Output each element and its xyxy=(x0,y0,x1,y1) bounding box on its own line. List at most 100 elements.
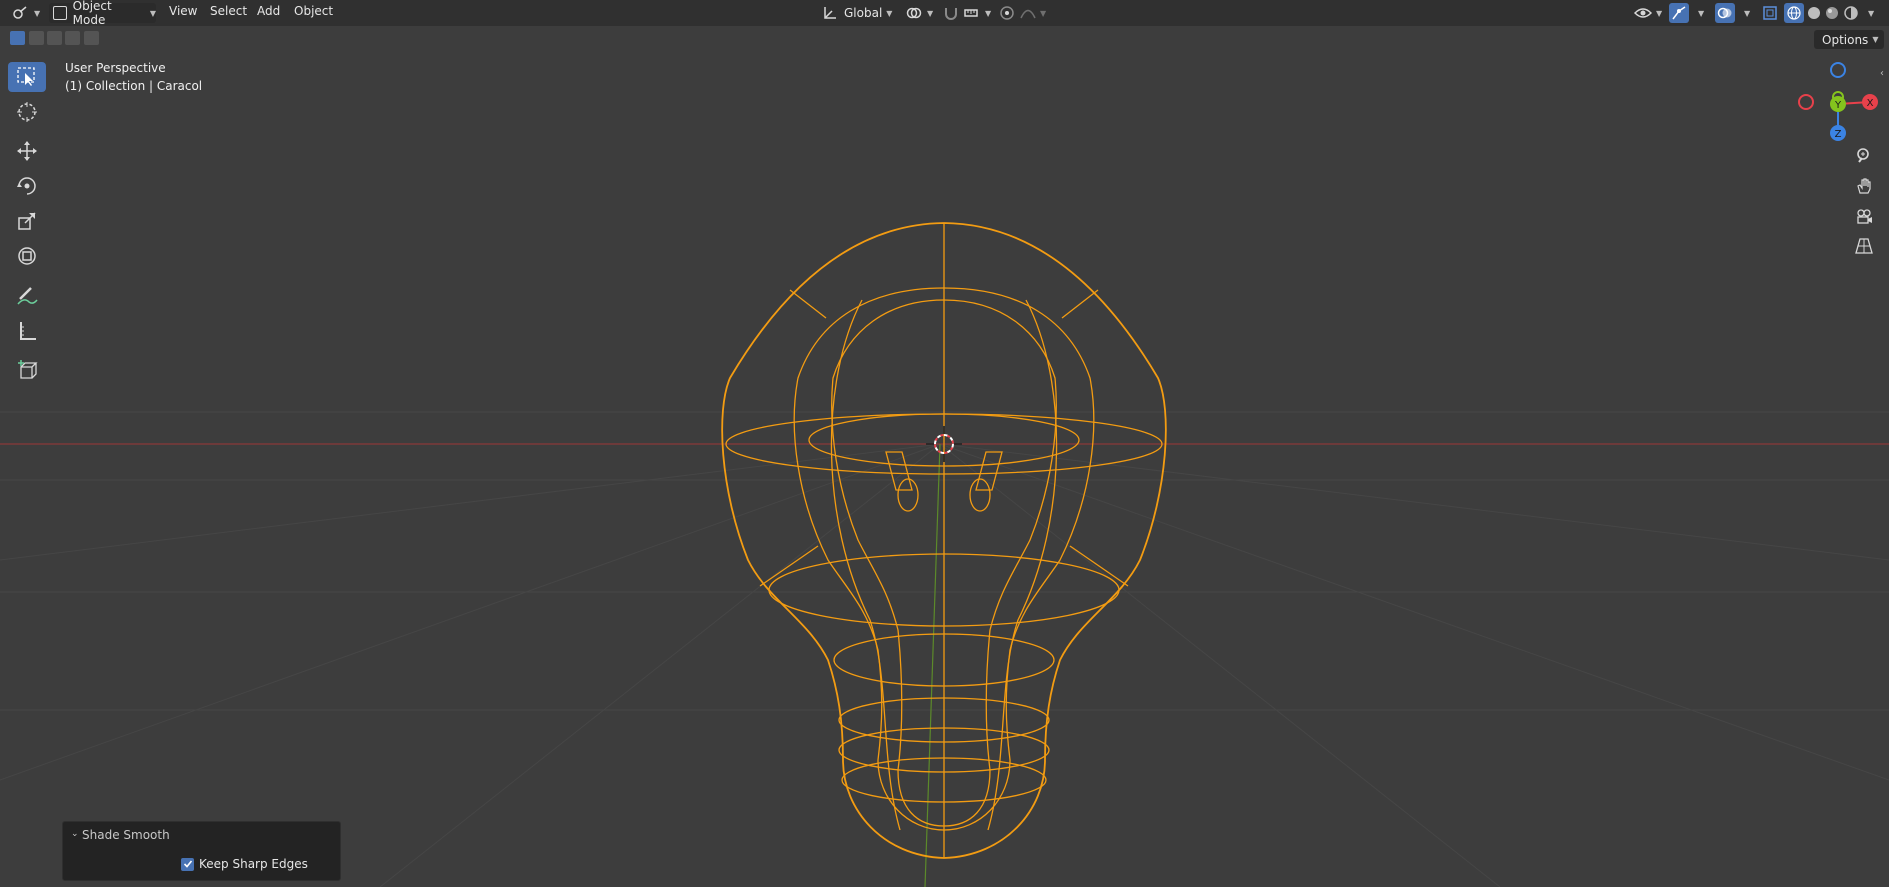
object-mode-icon xyxy=(53,6,67,20)
chevron-down-icon: ▼ xyxy=(34,8,41,18)
xray-icon xyxy=(1763,6,1777,20)
redo-panel-title: Shade Smooth xyxy=(82,828,170,842)
overlays-toggle[interactable] xyxy=(1715,3,1735,23)
filament-loop xyxy=(897,478,919,512)
chevron-down-icon[interactable]: ▼ xyxy=(1744,9,1750,18)
falloff-dropdown[interactable]: ▼ xyxy=(1020,3,1046,23)
overlays-icon xyxy=(1717,7,1732,19)
chevron-down-icon[interactable]: ▼ xyxy=(1698,9,1704,18)
chevron-down-icon: ▼ xyxy=(149,8,156,18)
navigation-gizmo: X Y Z xyxy=(1798,62,1878,141)
redo-panel-shade-smooth: ⌄ Shade Smooth Keep Sharp Edges xyxy=(62,821,341,881)
chevron-down-icon: ▼ xyxy=(927,8,934,18)
gizmo-toggle[interactable] xyxy=(1669,3,1689,23)
y-axis-line xyxy=(924,443,941,887)
snap-toggle[interactable] xyxy=(943,3,959,23)
cage-edge xyxy=(1069,545,1129,587)
keep-sharp-edges-checkbox[interactable] xyxy=(181,857,194,871)
cursor-icon xyxy=(17,102,37,122)
gizmo-neg-z xyxy=(1830,62,1846,78)
tool-rotate[interactable] xyxy=(8,171,46,201)
gizmo-neg-x xyxy=(1798,94,1814,110)
gizmo-z-label: Z xyxy=(1835,129,1842,140)
tool-cursor[interactable] xyxy=(8,97,46,127)
3d-viewport[interactable]: X Y Z xyxy=(0,26,1889,887)
keep-sharp-edges-option[interactable]: Keep Sharp Edges xyxy=(181,856,308,872)
tool-move[interactable] xyxy=(8,136,46,166)
xray-toggle[interactable] xyxy=(1760,3,1780,23)
scale-icon xyxy=(18,212,36,230)
gizmo-x-label: X xyxy=(1867,98,1874,109)
falloff-curve-icon xyxy=(1020,9,1036,19)
menu-view[interactable]: View xyxy=(169,4,197,22)
cage-edge xyxy=(1061,289,1099,319)
editor-type-icon xyxy=(13,6,27,19)
mode-label: Object Mode xyxy=(72,0,112,27)
material-sphere-icon xyxy=(1826,7,1838,19)
proportional-edit-toggle[interactable] xyxy=(999,3,1015,23)
shading-rendered-button[interactable] xyxy=(1841,3,1861,23)
tool-scale[interactable] xyxy=(8,206,46,236)
chevron-down-icon: ▼ xyxy=(1040,8,1047,18)
proportional-edit-icon xyxy=(1000,6,1014,20)
pencil-icon xyxy=(17,287,38,305)
bulb-wireframe xyxy=(721,222,1167,859)
grid-perspective-icon xyxy=(1855,238,1873,254)
gizmo-icon xyxy=(1672,6,1686,20)
chevron-down-icon: ⌄ xyxy=(71,829,79,839)
snap-increment-icon xyxy=(964,9,978,17)
redo-panel-header[interactable]: ⌄ Shade Smooth xyxy=(71,828,170,842)
add-cube-icon xyxy=(18,360,38,379)
orientation-label: Global xyxy=(844,6,883,20)
tool-select-box[interactable] xyxy=(8,62,46,92)
solid-sphere-icon xyxy=(1808,7,1820,19)
camera-view-button[interactable] xyxy=(1851,203,1877,229)
sidebar-toggle-arrow-icon[interactable]: ‹ xyxy=(1880,68,1884,79)
perspective-toggle-button[interactable] xyxy=(1851,233,1877,259)
zoom-button[interactable] xyxy=(1851,143,1877,169)
grid-line xyxy=(0,443,941,781)
menu-add[interactable]: Add xyxy=(257,4,280,22)
rotate-icon xyxy=(17,177,36,195)
gizmo-y-label: Y xyxy=(1834,100,1842,111)
viewport-header: ▼ Object Mode ▼ View Select Add Object G… xyxy=(0,0,1889,27)
pan-button[interactable] xyxy=(1851,173,1877,199)
cage-edge xyxy=(789,289,827,319)
menu-select[interactable]: Select xyxy=(210,4,247,22)
collection-info: (1) Collection | Caracol xyxy=(65,79,203,93)
chevron-down-icon[interactable]: ▼ xyxy=(1868,9,1874,18)
camera-icon xyxy=(1857,209,1872,224)
ruler-icon xyxy=(20,322,36,340)
wireframe-sphere-icon xyxy=(1787,6,1801,20)
shading-solid-button[interactable] xyxy=(1804,3,1824,23)
tool-add-cube[interactable] xyxy=(8,355,46,385)
grid-line xyxy=(0,443,941,561)
cage-edge xyxy=(759,545,819,587)
snap-target-dropdown[interactable]: ▼ xyxy=(963,3,991,23)
shading-wireframe-button[interactable] xyxy=(1784,3,1804,23)
checkmark-icon xyxy=(183,860,192,868)
menu-object[interactable]: Object xyxy=(294,4,333,22)
shading-material-button[interactable] xyxy=(1822,3,1842,23)
chevron-down-icon: ▼ xyxy=(1656,8,1663,18)
orientation-dropdown[interactable]: Global ▼ xyxy=(822,3,892,23)
zoom-icon xyxy=(1857,148,1869,163)
filament-left xyxy=(885,451,913,491)
transform-orientation-icon xyxy=(824,7,836,19)
tool-annotate[interactable] xyxy=(8,281,46,311)
editor-type-button[interactable]: ▼ xyxy=(12,3,40,23)
pivot-point-icon xyxy=(906,7,922,19)
eye-icon xyxy=(1634,8,1652,18)
pivot-point-dropdown[interactable]: ▼ xyxy=(905,3,933,23)
chevron-down-icon: ▼ xyxy=(985,8,992,18)
visibility-dropdown[interactable]: ▼ xyxy=(1634,3,1662,23)
mode-dropdown[interactable]: Object Mode ▼ xyxy=(49,0,156,27)
tool-transform[interactable] xyxy=(8,241,46,271)
keep-sharp-edges-label: Keep Sharp Edges xyxy=(199,857,308,871)
chevron-down-icon: ▼ xyxy=(886,8,893,18)
hand-icon xyxy=(1857,178,1871,194)
tool-measure[interactable] xyxy=(8,316,46,346)
meridian-left xyxy=(830,299,901,831)
magnet-icon xyxy=(945,8,957,20)
filament-loop xyxy=(969,478,991,512)
